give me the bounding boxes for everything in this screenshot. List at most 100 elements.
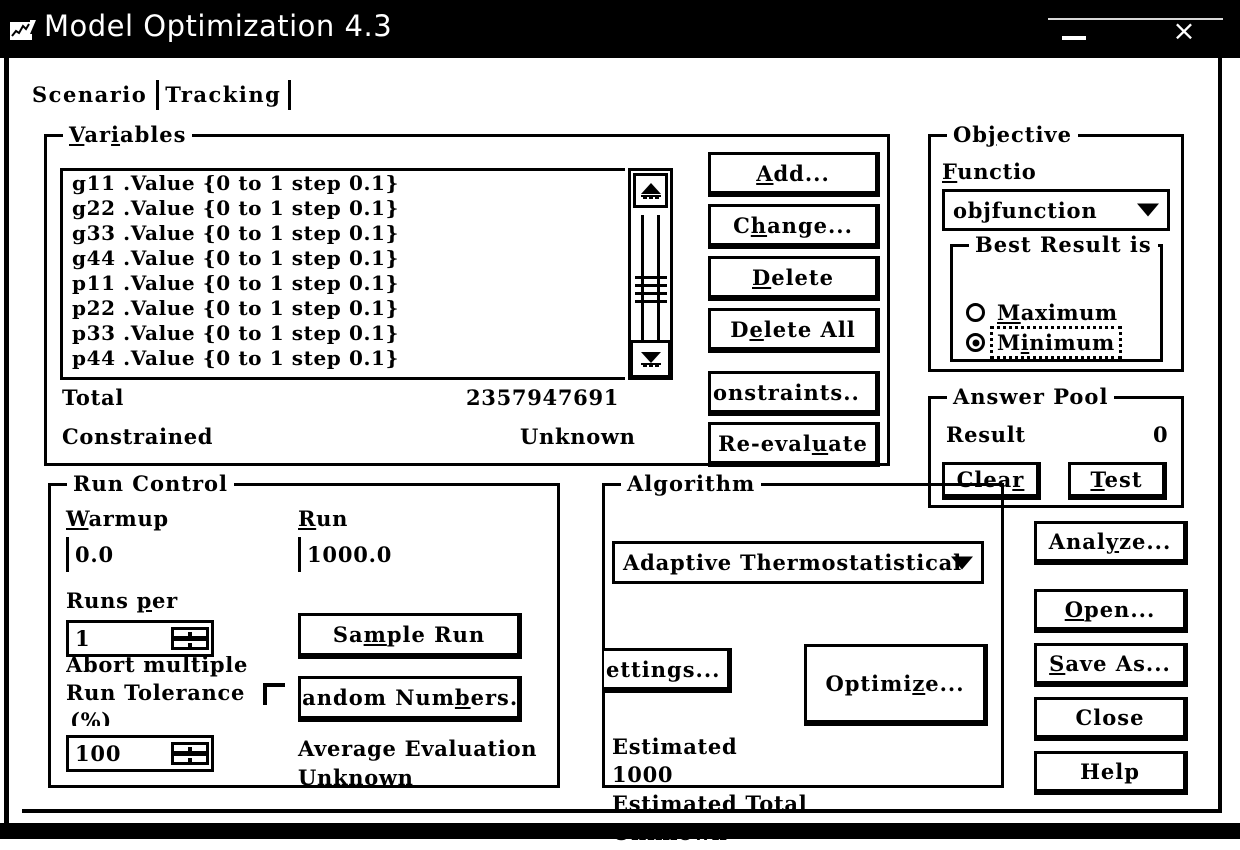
- radio-maximum-label: Maximum: [997, 300, 1118, 325]
- algorithm-select[interactable]: Adaptive Thermostatistical: [612, 541, 984, 584]
- constrained-value: Unknown: [520, 424, 636, 449]
- run-length-value: 1000.0: [307, 542, 393, 567]
- variables-group-label: Variables: [63, 122, 193, 147]
- total-value: 2357947691: [466, 385, 620, 410]
- abort-tolerance-input[interactable]: 100: [66, 735, 214, 772]
- objective-function-value: objfunction: [953, 197, 1098, 223]
- random-numbers-label: Random Numbers...: [298, 685, 519, 710]
- reevaluate-label: Re-evaluate: [718, 430, 868, 456]
- help-button[interactable]: Help: [1034, 751, 1188, 795]
- answer-pool-result-label: Result: [946, 422, 1026, 447]
- delete-variable-label: Delete: [752, 264, 834, 290]
- best-result-group-label: Best Result is: [969, 232, 1158, 257]
- abort-tolerance-line3: (%): [70, 708, 112, 726]
- change-variable-label: Change...: [733, 212, 853, 238]
- runs-per-stepper[interactable]: [171, 625, 209, 652]
- client-area: Scenario Tracking Variables g11 .Value {0…: [0, 58, 1240, 850]
- optimize-label: Optimize...: [825, 671, 965, 696]
- reevaluate-button[interactable]: Re-evaluate: [708, 422, 880, 467]
- total-label: Total: [62, 385, 125, 410]
- tab-tracking-label: Tracking: [165, 82, 282, 107]
- save-as-button[interactable]: Save As...: [1034, 643, 1188, 687]
- estimated-value: 1000: [612, 762, 674, 787]
- open-label: Open...: [1064, 597, 1156, 622]
- warmup-input[interactable]: 0.0: [66, 537, 212, 572]
- change-variable-button[interactable]: Change...: [708, 204, 880, 249]
- close-label: Close: [1075, 705, 1145, 730]
- estimated-label: Estimated: [612, 734, 738, 759]
- runs-per-decrement[interactable]: [171, 638, 209, 650]
- application-window: Model Optimization 4.3 × Scenario Trackin…: [0, 0, 1240, 850]
- constraints-label: onstraints..: [713, 379, 860, 405]
- minimize-button[interactable]: [1062, 36, 1086, 40]
- add-variable-label: Add...: [756, 160, 830, 186]
- answer-pool-group-label: Answer Pool: [947, 384, 1115, 409]
- runs-per-label: Runs per: [66, 588, 178, 613]
- analyze-button[interactable]: Analyze...: [1034, 521, 1188, 565]
- analyze-label: Analyze...: [1048, 529, 1172, 554]
- scroll-up-icon: [640, 182, 661, 199]
- abort-tolerance-value: 100: [75, 741, 122, 766]
- window-frame-right: [1218, 58, 1222, 810]
- list-item[interactable]: p11 .Value {0 to 1 step 0.1}: [63, 271, 625, 296]
- scroll-down-button[interactable]: [630, 340, 671, 378]
- save-as-label: Save As...: [1049, 651, 1171, 676]
- chevron-down-icon: [1137, 203, 1159, 217]
- abort-tolerance-line2: Run Tolerance: [66, 680, 246, 705]
- radio-minimum-indicator[interactable]: [966, 333, 985, 352]
- algorithm-group-label: Algorithm: [621, 471, 762, 496]
- abort-multiple-run-checkbox[interactable]: [263, 683, 285, 705]
- answer-pool-result-value: 0: [1153, 422, 1169, 447]
- delete-all-variables-button[interactable]: Delete All: [708, 308, 880, 353]
- chevron-down-icon: [951, 556, 973, 569]
- radio-minimum-label: Minimum: [990, 326, 1122, 359]
- radio-minimum[interactable]: Minimum: [966, 326, 1122, 359]
- algorithm-selected-value: Adaptive Thermostatistical: [623, 550, 962, 575]
- algorithm-settings-label: ettings...: [606, 656, 721, 682]
- close-window-button[interactable]: ×: [1170, 17, 1198, 45]
- tab-scenario[interactable]: Scenario: [26, 80, 160, 110]
- radio-maximum[interactable]: Maximum: [966, 300, 1121, 325]
- list-item[interactable]: g33 .Value {0 to 1 step 0.1}: [63, 221, 625, 246]
- constraints-button[interactable]: onstraints..: [708, 371, 880, 416]
- runs-per-input[interactable]: 1: [66, 620, 214, 657]
- close-button[interactable]: Close: [1034, 697, 1188, 741]
- tab-tracking[interactable]: Tracking: [159, 80, 292, 110]
- list-item[interactable]: p22 .Value {0 to 1 step 0.1}: [63, 296, 625, 321]
- sample-run-button[interactable]: Sample Run: [298, 613, 522, 659]
- constrained-label: Constrained: [62, 424, 214, 449]
- list-item[interactable]: g44 .Value {0 to 1 step 0.1}: [63, 246, 625, 271]
- open-button[interactable]: Open...: [1034, 589, 1188, 633]
- warmup-label: Warmup: [66, 506, 169, 531]
- optimize-button[interactable]: Optimize...: [804, 644, 988, 726]
- add-variable-button[interactable]: Add...: [708, 152, 880, 197]
- delete-variable-button[interactable]: Delete: [708, 256, 880, 301]
- list-item[interactable]: g22 .Value {0 to 1 step 0.1}: [63, 196, 625, 221]
- algorithm-settings-button[interactable]: ettings...: [604, 648, 732, 693]
- abort-tolerance-stepper[interactable]: [171, 740, 209, 767]
- list-item[interactable]: p44 .Value {0 to 1 step 0.1}: [63, 346, 625, 371]
- tab-strip: Scenario Tracking: [26, 80, 292, 114]
- radio-maximum-indicator[interactable]: [966, 303, 985, 322]
- average-evaluation-label: Average Evaluation: [298, 736, 538, 761]
- estimated-total-value: Unknown: [612, 820, 728, 845]
- window-frame-left: [4, 58, 9, 828]
- list-item[interactable]: g11 .Value {0 to 1 step 0.1}: [63, 171, 625, 196]
- window-title: Model Optimization 4.3: [44, 9, 393, 43]
- list-item[interactable]: p33 .Value {0 to 1 step 0.1}: [63, 321, 625, 346]
- objective-function-select[interactable]: objfunction: [942, 189, 1170, 231]
- variables-listbox[interactable]: g11 .Value {0 to 1 step 0.1} g22 .Value …: [60, 168, 625, 380]
- test-answer-pool-button[interactable]: Test: [1068, 462, 1167, 500]
- scrollbar-thumb[interactable]: [635, 273, 667, 309]
- scroll-down-icon: [640, 352, 661, 367]
- scroll-up-button[interactable]: [633, 173, 668, 208]
- abort-tolerance-decrement[interactable]: [171, 753, 209, 765]
- run-length-input[interactable]: 1000.0: [298, 537, 444, 572]
- title-bar: Model Optimization 4.3 ×: [0, 0, 1240, 58]
- objective-group-label: Objective: [947, 122, 1078, 147]
- run-length-label: Run: [298, 506, 349, 531]
- random-numbers-button[interactable]: Random Numbers...: [298, 676, 522, 722]
- abort-tolerance-caption: Abort multiple Run Tolerance (%): [66, 656, 286, 726]
- average-evaluation-value: Unknown: [298, 765, 414, 790]
- help-label: Help: [1080, 759, 1140, 784]
